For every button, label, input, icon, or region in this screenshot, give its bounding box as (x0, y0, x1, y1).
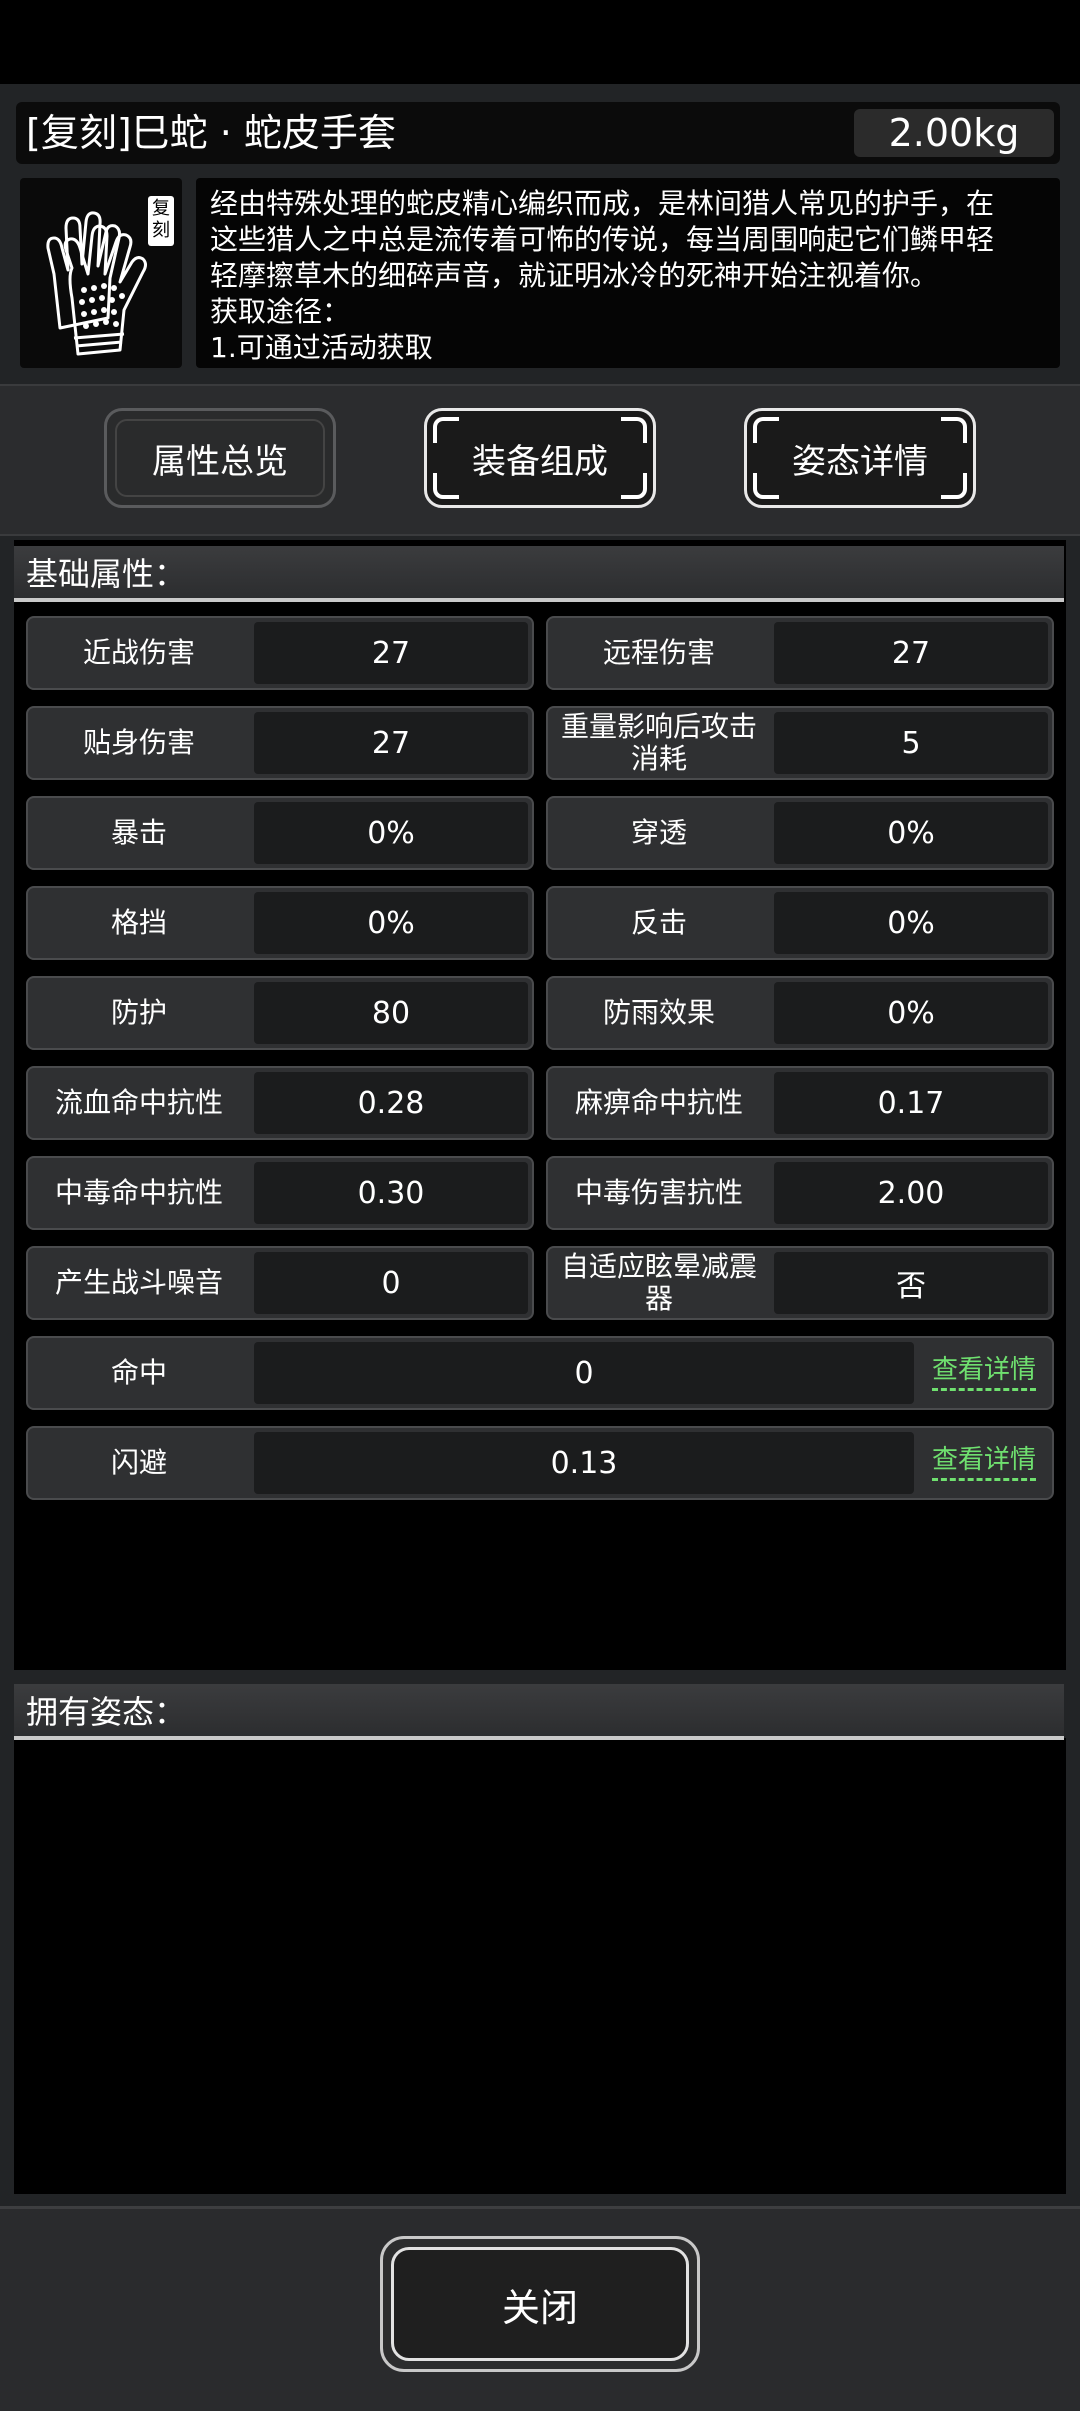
attribute-cell: 流血命中抗性 0.28 (26, 1066, 534, 1140)
item-header: [复刻]巳蛇 · 蛇皮手套 2.00kg (16, 102, 1060, 164)
attribute-value: 27 (254, 622, 528, 684)
reprint-badge: 复刻 (152, 198, 170, 241)
tab-corner (433, 473, 459, 499)
tab-equipment-composition[interactable]: 装备组成 (424, 408, 656, 508)
item-icon-box: 复刻 (20, 178, 182, 368)
tab-corner (621, 417, 647, 443)
attribute-cell: 中毒伤害抗性 2.00 (546, 1156, 1054, 1230)
attribute-cell: 防护 80 (26, 976, 534, 1050)
attribute-value: 0.30 (254, 1162, 528, 1224)
attribute-cell: 贴身伤害 27 (26, 706, 534, 780)
attribute-cell: 麻痹命中抗性 0.17 (546, 1066, 1054, 1140)
description-line: 轻摩擦草木的细碎声音，就证明冰冷的死神开始注视着你。 (210, 259, 939, 292)
attribute-label: 防雨效果 (602, 996, 715, 1029)
attribute-cell: 远程伤害 27 (546, 616, 1054, 690)
item-description: 经由特殊处理的蛇皮精心编织而成，是林间猎人常见的护手，在 这些猎人之中总是流传着… (210, 186, 1052, 366)
attribute-label: 贴身伤害 (82, 726, 195, 759)
attribute-value: 5 (774, 712, 1048, 774)
close-button[interactable]: 关闭 (380, 2236, 700, 2372)
attribute-value: 0 (254, 1252, 528, 1314)
attribute-value: 0% (254, 802, 528, 864)
attribute-value: 0.13 (254, 1432, 914, 1494)
postures-area (14, 1738, 1066, 2194)
tab-posture-details[interactable]: 姿态详情 (744, 408, 976, 508)
tab-corner (753, 417, 779, 443)
attribute-cell: 反击 0% (546, 886, 1054, 960)
attribute-cell: 自适应眩晕减震器否 (546, 1246, 1054, 1320)
attribute-label: 远程伤害 (602, 636, 715, 669)
tab-label: 属性总览 (152, 441, 288, 482)
attribute-value: 0.17 (774, 1072, 1048, 1134)
attribute-label: 穿透 (630, 816, 687, 849)
attribute-wide-row: 命中 0 查看详情 (26, 1336, 1054, 1410)
attribute-label: 产生战斗噪音 (54, 1266, 223, 1299)
attribute-cell: 近战伤害 27 (26, 616, 534, 690)
item-description-box: 经由特殊处理的蛇皮精心编织而成，是林间猎人常见的护手，在 这些猎人之中总是流传着… (196, 178, 1060, 368)
attribute-label: 防护 (110, 996, 167, 1029)
attribute-label: 重量影响后攻击消耗 (560, 710, 757, 775)
acquire-method: 1.可通过活动获取 (210, 331, 433, 364)
attribute-label: 麻痹命中抗性 (574, 1086, 743, 1119)
attribute-cell: 格挡 0% (26, 886, 534, 960)
attribute-label: 格挡 (110, 906, 167, 939)
attribute-value: 0.28 (254, 1072, 528, 1134)
attribute-value: 2.00 (774, 1162, 1048, 1224)
attribute-cell: 中毒命中抗性 0.30 (26, 1156, 534, 1230)
acquire-heading: 获取途径： (210, 295, 351, 328)
description-line: 这些猎人之中总是流传着可怖的传说，每当周围响起它们鳞甲轻 (210, 223, 995, 256)
tab-attribute-overview[interactable]: 属性总览 (104, 408, 336, 508)
tab-corner (941, 417, 967, 443)
attribute-cell: 暴击 0% (26, 796, 534, 870)
attribute-value: 0% (774, 892, 1048, 954)
attribute-cell: 防雨效果 0% (546, 976, 1054, 1050)
attribute-value: 27 (254, 712, 528, 774)
attribute-label: 暴击 (110, 816, 167, 849)
attribute-cell: 重量影响后攻击消耗 5 (546, 706, 1054, 780)
tab-corner (621, 473, 647, 499)
attribute-cell: 穿透 0% (546, 796, 1054, 870)
postures-heading: 拥有姿态： (14, 1684, 1064, 1740)
attribute-label: 反击 (630, 906, 687, 939)
attribute-value: 否 (774, 1252, 1048, 1314)
tab-label: 装备组成 (472, 441, 608, 482)
base-attributes-heading: 基础属性： (14, 546, 1064, 602)
attribute-label: 闪避 (110, 1446, 167, 1479)
view-details-link[interactable]: 查看详情 (931, 1442, 1036, 1481)
attribute-cell: 产生战斗噪音 0 (26, 1246, 534, 1320)
attribute-label: 近战伤害 (82, 636, 195, 669)
attribute-value: 0 (254, 1342, 914, 1404)
attribute-value: 0% (254, 892, 528, 954)
attribute-value: 0% (774, 802, 1048, 864)
attribute-wide-row: 闪避 0.13 查看详情 (26, 1426, 1054, 1500)
tab-corner (433, 417, 459, 443)
description-line: 经由特殊处理的蛇皮精心编织而成，是林间猎人常见的护手，在 (210, 187, 995, 220)
attribute-label: 自适应眩晕减震器 (560, 1250, 757, 1315)
view-details-link[interactable]: 查看详情 (931, 1352, 1036, 1391)
tab-label: 姿态详情 (792, 441, 928, 482)
attribute-label: 中毒命中抗性 (54, 1176, 223, 1209)
item-weight: 2.00kg (854, 109, 1054, 157)
attribute-label: 命中 (110, 1356, 167, 1389)
close-button-label: 关闭 (501, 2285, 578, 2330)
item-title: [复刻]巳蛇 · 蛇皮手套 (26, 111, 396, 155)
attribute-value: 80 (254, 982, 528, 1044)
attribute-label: 中毒伤害抗性 (574, 1176, 743, 1209)
attribute-value: 27 (774, 622, 1048, 684)
attribute-label: 流血命中抗性 (54, 1086, 223, 1119)
tab-corner (941, 473, 967, 499)
tab-corner (753, 473, 779, 499)
attribute-value: 0% (774, 982, 1048, 1044)
